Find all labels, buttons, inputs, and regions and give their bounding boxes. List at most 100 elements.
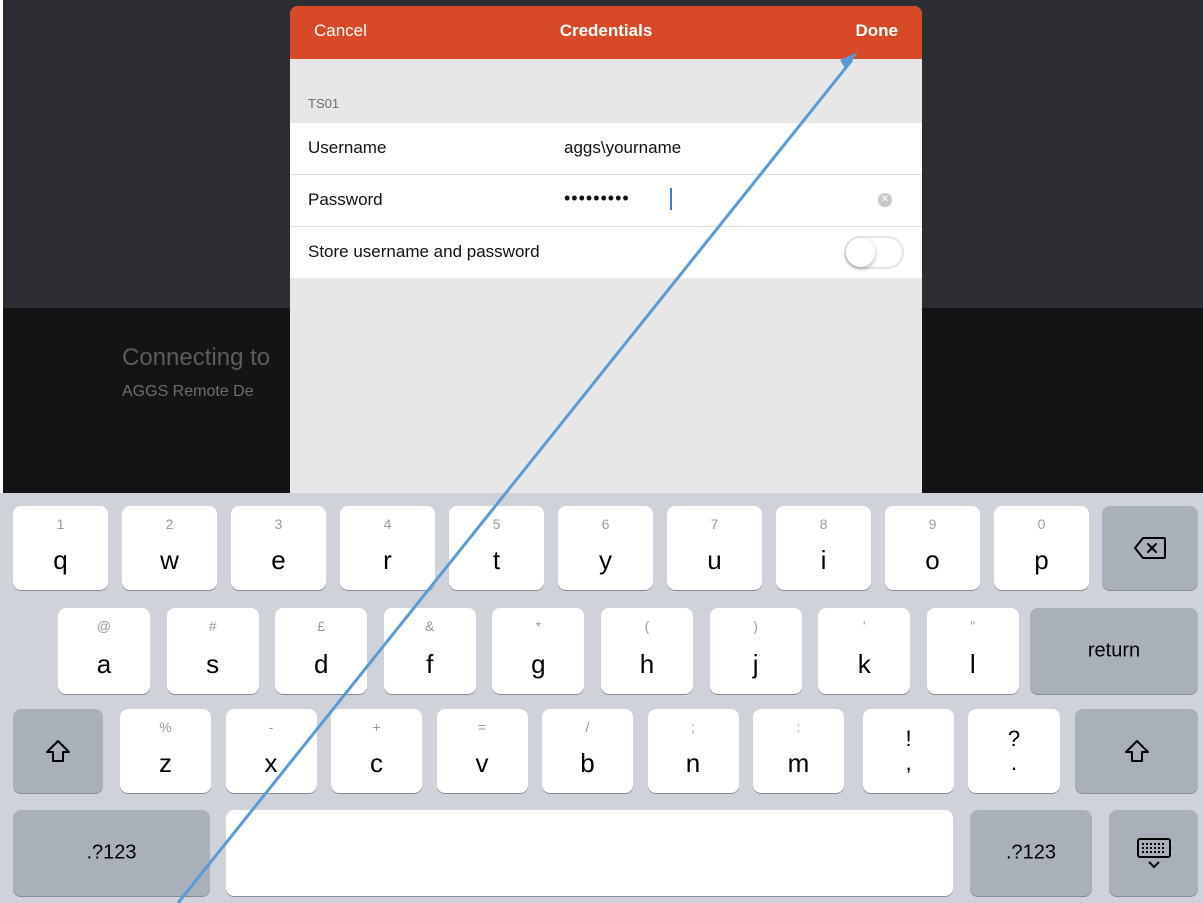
- key-i[interactable]: 8i: [776, 506, 871, 590]
- key-h-secondary: (: [644, 618, 650, 634]
- key-r-label: r: [383, 545, 392, 575]
- key-o[interactable]: 9o: [885, 506, 980, 590]
- numbers-key-right[interactable]: .?123: [970, 810, 1092, 896]
- key-q-label: q: [53, 545, 68, 575]
- key-r[interactable]: 4r: [340, 506, 435, 590]
- key-z-label: z: [159, 748, 172, 778]
- shift-icon: [1124, 740, 1149, 762]
- username-field[interactable]: aggs\yourname: [564, 138, 681, 158]
- shift-key-right[interactable]: [1075, 709, 1198, 793]
- key-u[interactable]: 7u: [667, 506, 762, 590]
- return-label: return: [1087, 639, 1141, 662]
- key-t[interactable]: 5t: [449, 506, 544, 590]
- store-credentials-toggle[interactable]: [844, 236, 904, 269]
- key-s[interactable]: # s: [166, 608, 259, 694]
- key-v-secondary: =: [477, 719, 487, 735]
- key-e[interactable]: 3e: [231, 506, 326, 590]
- key-w-secondary: 2: [165, 516, 174, 532]
- key-exclamation-top: !: [905, 726, 912, 751]
- key-k-label: k: [857, 649, 871, 679]
- return-key[interactable]: return: [1030, 608, 1198, 694]
- key-b[interactable]: / b: [542, 709, 633, 793]
- key-o-secondary: 9: [928, 516, 937, 532]
- key-m[interactable]: :m: [753, 709, 844, 793]
- key-n-secondary: ;: [691, 719, 695, 735]
- key-p[interactable]: 0p: [994, 506, 1089, 590]
- password-row: Password ••••••••• ✕: [290, 175, 922, 227]
- key-question-bottom: .: [1010, 750, 1018, 775]
- key-a[interactable]: @ a: [58, 608, 150, 694]
- key-i-label: i: [820, 545, 827, 575]
- key-h-label: h: [639, 649, 655, 679]
- key-x-secondary: -: [268, 719, 274, 735]
- done-button[interactable]: Done: [856, 21, 899, 41]
- key-y-secondary: 6: [601, 516, 610, 532]
- key-u-secondary: 7: [710, 516, 719, 532]
- key-s-label: s: [206, 649, 220, 679]
- key-f[interactable]: & f: [383, 608, 476, 694]
- key-t-label: t: [492, 545, 501, 575]
- key-n[interactable]: ; n: [647, 709, 739, 793]
- key-m-secondary: :: [796, 719, 801, 735]
- key-e-label: e: [271, 545, 286, 575]
- key-g[interactable]: * g: [492, 608, 585, 694]
- key-x[interactable]: -x: [225, 709, 317, 793]
- key-d-label: d: [313, 649, 329, 679]
- key-d[interactable]: £ d: [275, 608, 368, 694]
- backspace-key[interactable]: [1102, 506, 1198, 590]
- hide-keyboard-key[interactable]: [1109, 810, 1198, 896]
- key-k[interactable]: ' k: [818, 608, 911, 694]
- key-j-secondary: ): [753, 618, 758, 634]
- key-w[interactable]: 2w: [122, 506, 217, 590]
- shift-icon: [46, 740, 70, 762]
- key-z[interactable]: % z: [120, 709, 211, 793]
- password-field[interactable]: •••••••••: [564, 188, 630, 209]
- key-n-label: n: [685, 748, 701, 778]
- key-x-label: x: [264, 748, 278, 778]
- key-exclamation-label: ! ,: [863, 727, 954, 775]
- key-l-label: l: [969, 649, 976, 679]
- numbers-label-left: .?123: [86, 841, 137, 864]
- onscreen-keyboard: 1q2w3e4r5t6y7u8i9o0p @ a # s £ d & f * g(h) j ' k " l …: [0, 493, 1203, 903]
- key-h[interactable]: (h: [601, 608, 693, 694]
- password-label: Password: [308, 190, 383, 209]
- toggle-knob: [846, 238, 875, 267]
- key-o-label: o: [925, 545, 940, 575]
- shift-key-left[interactable]: [13, 709, 103, 793]
- store-credentials-label: Store username and password: [308, 242, 540, 261]
- key-e-secondary: 3: [274, 516, 283, 532]
- key-j-label: j: [752, 649, 759, 679]
- key-w-label: w: [160, 545, 179, 575]
- key-c[interactable]: + c: [331, 709, 422, 793]
- key-question[interactable]: ? .: [968, 709, 1060, 793]
- space-bar[interactable]: [226, 810, 953, 896]
- key-b-secondary: /: [585, 719, 590, 735]
- clear-icon[interactable]: ✕: [878, 193, 892, 207]
- key-c-secondary: +: [372, 719, 381, 735]
- connecting-subtitle: AGGS Remote De: [122, 383, 254, 400]
- key-u-label: u: [707, 545, 722, 575]
- section-header: TS01: [308, 96, 340, 111]
- key-q[interactable]: 1q: [13, 506, 108, 590]
- key-t-secondary: 5: [492, 516, 501, 532]
- key-y-label: y: [599, 545, 612, 575]
- store-credentials-row: Store username and password: [290, 227, 922, 278]
- key-j[interactable]: ) j: [709, 608, 802, 694]
- key-p-label: p: [1034, 545, 1049, 575]
- key-a-secondary: @: [96, 618, 112, 634]
- key-v[interactable]: = v: [436, 709, 528, 793]
- dialog-title: Credentials: [559, 21, 653, 40]
- credentials-dialog: Cancel Credentials Done TS01 Username ag…: [290, 6, 922, 498]
- key-m-label: m: [787, 748, 810, 778]
- key-g-label: g: [531, 649, 546, 679]
- key-l[interactable]: " l: [926, 608, 1019, 694]
- key-q-secondary: 1: [56, 516, 65, 532]
- key-y[interactable]: 6y: [558, 506, 653, 590]
- key-exclamation[interactable]: ! ,: [863, 709, 954, 793]
- key-question-top: ?: [1007, 726, 1021, 751]
- key-i-secondary: 8: [819, 516, 828, 532]
- backspace-icon: [1134, 537, 1166, 559]
- numbers-key-left[interactable]: .?123: [13, 810, 210, 896]
- key-g-secondary: *: [535, 618, 542, 634]
- key-b-label: b: [580, 748, 595, 778]
